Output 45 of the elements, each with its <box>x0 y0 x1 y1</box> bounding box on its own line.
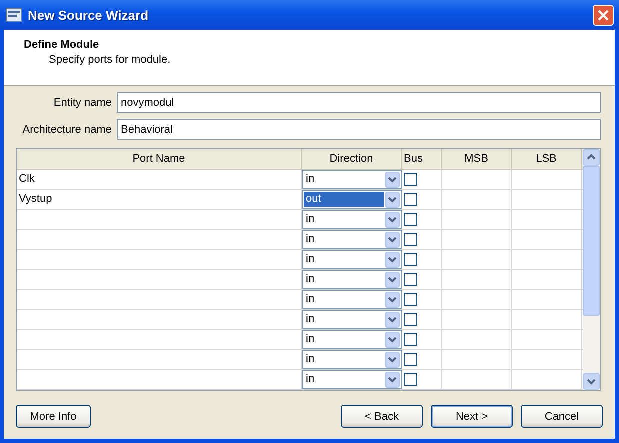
app-icon <box>6 8 22 22</box>
wizard-button[interactable]: Cancel <box>521 405 603 428</box>
scroll-thumb[interactable] <box>583 166 600 316</box>
direction-dropdown[interactable]: in <box>302 210 402 229</box>
column-header[interactable]: MSB <box>442 149 512 169</box>
bus-checkbox[interactable] <box>404 293 417 306</box>
bus-checkbox[interactable] <box>404 333 417 346</box>
bus-checkbox[interactable] <box>404 193 417 206</box>
column-header[interactable]: Bus <box>402 149 442 169</box>
vertical-scrollbar[interactable] <box>583 149 600 390</box>
column-header[interactable]: Port Name <box>17 149 302 169</box>
direction-dropdown[interactable]: in <box>302 370 402 389</box>
wizard-button[interactable]: < Back <box>341 405 423 428</box>
direction-dropdown[interactable]: out <box>302 190 402 209</box>
bus-checkbox[interactable] <box>404 313 417 326</box>
scroll-up-icon[interactable] <box>583 149 600 166</box>
direction-dropdown[interactable]: in <box>302 350 402 369</box>
page-subtitle: Specify ports for module. <box>49 54 172 66</box>
scroll-down-icon[interactable] <box>583 373 600 390</box>
direction-dropdown[interactable]: in <box>302 170 402 189</box>
direction-dropdown[interactable]: in <box>302 290 402 309</box>
input-field[interactable]: Behavioral <box>117 119 601 140</box>
close-icon <box>598 10 609 20</box>
close-button[interactable] <box>593 4 614 26</box>
column-header[interactable]: Direction <box>302 149 402 169</box>
more-info-button[interactable]: More Info <box>16 405 91 428</box>
bus-checkbox[interactable] <box>404 213 417 226</box>
direction-dropdown[interactable]: in <box>302 230 402 249</box>
wizard-button[interactable]: Next > <box>431 405 513 428</box>
column-header[interactable]: LSB <box>512 149 582 169</box>
direction-dropdown[interactable]: in <box>302 310 402 329</box>
window-title: New Source Wizard <box>28 8 150 22</box>
bus-checkbox[interactable] <box>404 373 417 386</box>
field-label: Architecture name <box>22 124 112 136</box>
bus-checkbox[interactable] <box>404 233 417 246</box>
bus-checkbox[interactable] <box>404 173 417 186</box>
direction-dropdown[interactable]: in <box>302 250 402 269</box>
field-label: Entity name <box>52 96 112 108</box>
page-title: Define Module <box>24 39 100 51</box>
direction-dropdown[interactable]: in <box>302 270 402 289</box>
input-field[interactable]: novymodul <box>117 92 601 113</box>
bus-checkbox[interactable] <box>404 253 417 266</box>
bus-checkbox[interactable] <box>404 353 417 366</box>
bus-checkbox[interactable] <box>404 273 417 286</box>
direction-dropdown[interactable]: in <box>302 330 402 349</box>
